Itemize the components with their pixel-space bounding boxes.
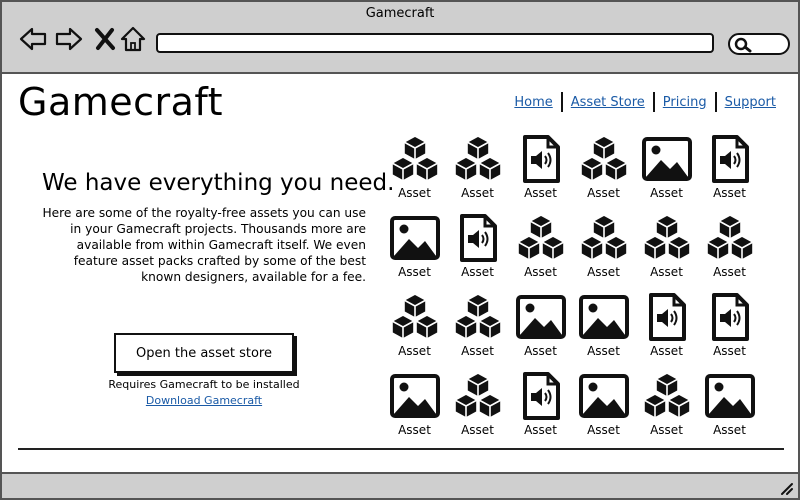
home-icon[interactable]	[118, 24, 148, 54]
asset-tile[interactable]: Asset	[698, 292, 761, 371]
nav-link-support[interactable]: Support	[717, 95, 784, 110]
asset-label: Asset	[650, 186, 683, 200]
asset-label: Asset	[524, 344, 557, 358]
asset-label: Asset	[461, 265, 494, 279]
address-bar[interactable]	[156, 33, 714, 53]
cubes-icon	[578, 213, 630, 267]
asset-label: Asset	[524, 423, 557, 437]
asset-tile[interactable]: Asset	[383, 213, 446, 292]
cubes-icon	[704, 213, 756, 267]
asset-label: Asset	[713, 265, 746, 279]
audio-file-icon	[641, 292, 693, 346]
forward-icon[interactable]	[54, 24, 84, 54]
image-icon	[704, 371, 756, 425]
cubes-icon	[452, 292, 504, 346]
nav-link-pricing[interactable]: Pricing	[655, 95, 715, 110]
title-bar: Gamecraft	[2, 2, 798, 74]
asset-label: Asset	[524, 186, 557, 200]
asset-tile[interactable]: Asset	[635, 213, 698, 292]
asset-tile[interactable]: Asset	[698, 371, 761, 450]
asset-tile[interactable]: Asset	[635, 134, 698, 213]
cubes-icon	[578, 134, 630, 188]
asset-label: Asset	[650, 423, 683, 437]
cubes-icon	[389, 134, 441, 188]
image-icon	[389, 371, 441, 425]
asset-tile[interactable]: Asset	[572, 292, 635, 371]
requirements-note: Requires Gamecraft to be installed	[108, 378, 300, 391]
nav-link-home[interactable]: Home	[506, 95, 560, 110]
asset-tile[interactable]: Asset	[383, 371, 446, 450]
cubes-icon	[452, 371, 504, 425]
nav-link-asset-store[interactable]: Asset Store	[563, 95, 653, 110]
audio-file-icon	[515, 134, 567, 188]
hero-description: Here are some of the royalty-free assets…	[42, 206, 366, 284]
search-box[interactable]	[728, 33, 790, 55]
asset-tile[interactable]: Asset	[446, 292, 509, 371]
image-icon	[578, 292, 630, 346]
image-icon	[515, 292, 567, 346]
asset-label: Asset	[587, 423, 620, 437]
asset-label: Asset	[398, 265, 431, 279]
top-navigation: Home Asset Store Pricing Support	[506, 92, 784, 112]
asset-tile[interactable]: Asset	[383, 292, 446, 371]
download-link[interactable]: Download Gamecraft	[102, 394, 306, 407]
browser-window: Gamecraft Gamecraft Home Asset Store Pri…	[0, 0, 800, 500]
asset-label: Asset	[713, 344, 746, 358]
asset-tile[interactable]: Asset	[698, 213, 761, 292]
asset-label: Asset	[461, 344, 494, 358]
asset-tile[interactable]: Asset	[572, 134, 635, 213]
cubes-icon	[641, 213, 693, 267]
asset-label: Asset	[587, 265, 620, 279]
site-logo[interactable]: Gamecraft	[18, 80, 223, 124]
audio-file-icon	[704, 292, 756, 346]
asset-label: Asset	[461, 423, 494, 437]
asset-tile[interactable]: Asset	[446, 134, 509, 213]
image-icon	[641, 134, 693, 188]
asset-tile[interactable]: Asset	[572, 371, 635, 450]
audio-file-icon	[704, 134, 756, 188]
status-bar	[2, 472, 798, 498]
search-icon	[734, 37, 752, 53]
asset-label: Asset	[650, 344, 683, 358]
image-icon	[578, 371, 630, 425]
asset-tile[interactable]: Asset	[383, 134, 446, 213]
asset-label: Asset	[587, 344, 620, 358]
asset-tile[interactable]: Asset	[635, 371, 698, 450]
asset-label: Asset	[398, 344, 431, 358]
asset-tile[interactable]: Asset	[509, 292, 572, 371]
back-icon[interactable]	[18, 24, 48, 54]
open-asset-store-button[interactable]: Open the asset store	[114, 333, 294, 373]
asset-label: Asset	[461, 186, 494, 200]
audio-file-icon	[452, 213, 504, 267]
asset-label: Asset	[524, 265, 557, 279]
asset-label: Asset	[713, 186, 746, 200]
audio-file-icon	[515, 371, 567, 425]
cubes-icon	[389, 292, 441, 346]
asset-tile[interactable]: Asset	[509, 213, 572, 292]
asset-grid: Asset Asset Asset Asset Asset Asset Asset Asset…	[383, 134, 761, 450]
asset-tile[interactable]: Asset	[509, 134, 572, 213]
asset-tile[interactable]: Asset	[698, 134, 761, 213]
asset-label: Asset	[398, 186, 431, 200]
asset-tile[interactable]: Asset	[509, 371, 572, 450]
asset-tile[interactable]: Asset	[446, 371, 509, 450]
image-icon	[389, 213, 441, 267]
asset-label: Asset	[398, 423, 431, 437]
asset-label: Asset	[713, 423, 746, 437]
asset-tile[interactable]: Asset	[635, 292, 698, 371]
asset-label: Asset	[587, 186, 620, 200]
window-title: Gamecraft	[365, 6, 435, 21]
asset-label: Asset	[650, 265, 683, 279]
asset-tile[interactable]: Asset	[572, 213, 635, 292]
resize-grip-icon[interactable]	[778, 480, 794, 496]
hero-title: We have everything you need.	[42, 170, 395, 196]
asset-tile[interactable]: Asset	[446, 213, 509, 292]
close-icon[interactable]	[90, 24, 120, 54]
cubes-icon	[452, 134, 504, 188]
cubes-icon	[515, 213, 567, 267]
cubes-icon	[641, 371, 693, 425]
page-content: Gamecraft Home Asset Store Pricing Suppo…	[2, 74, 798, 472]
footer-divider	[18, 448, 784, 450]
